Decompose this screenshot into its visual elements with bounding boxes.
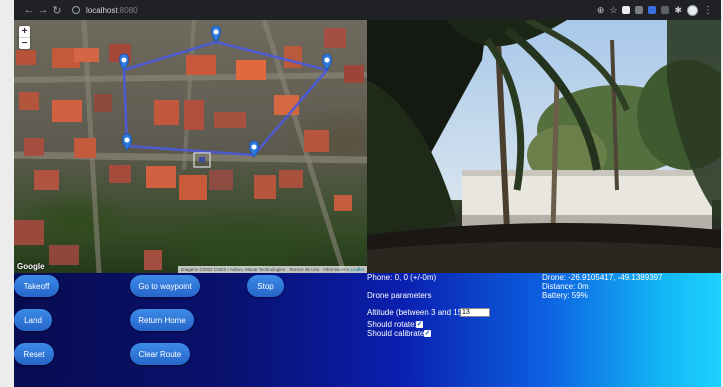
satellite-map[interactable]: + − Google Imagens ©2022 CNES / Airbus, … [14, 20, 367, 273]
extension-icon[interactable] [622, 6, 631, 14]
should-rotate-label: Should rotate: [367, 320, 417, 329]
url-host: localhost [86, 5, 118, 15]
go-to-waypoint-button[interactable]: Go to waypoint [130, 275, 200, 297]
zoom-out-button[interactable]: − [19, 37, 30, 49]
zoom-in-button[interactable]: + [19, 26, 30, 37]
leaflet-link[interactable]: Leaflet [350, 267, 364, 272]
address-bar[interactable]: localhost:8080 [72, 6, 138, 15]
extension-icon[interactable] [661, 6, 670, 14]
back-icon[interactable]: ← [22, 4, 36, 16]
browser-menu-icon[interactable]: ⋮ [703, 5, 713, 16]
browser-window: ← → ↻ localhost:8080 ⊕ ☆ ✱ ⋮ + − Google… [14, 0, 721, 387]
map-attribution: Imagens ©2022 CNES / Airbus, Maxar Techn… [177, 266, 367, 273]
extension-icon[interactable] [648, 6, 657, 14]
should-calibrate-label: Should calibrate: [367, 329, 427, 338]
clear-route-button[interactable]: Clear Route [130, 343, 190, 365]
attribution-text[interactable]: Imagens ©2022 CNES / Airbus, Maxar Techn… [181, 267, 349, 272]
browser-actions: ⊕ ☆ ✱ ⋮ [597, 4, 713, 16]
browser-toolbar: ← → ↻ localhost:8080 ⊕ ☆ ✱ ⋮ [14, 0, 721, 20]
camera-feed [367, 20, 721, 273]
takeoff-button[interactable]: Takeoff [14, 275, 59, 297]
drone-parameters-heading: Drone parameters [367, 291, 432, 300]
drone-position: Drone: -26.9105417, -49.1389397 [542, 273, 663, 282]
bookmark-star-icon[interactable]: ☆ [609, 5, 617, 16]
distance-readout: Distance: 0m [542, 282, 589, 291]
puzzle-extensions-icon[interactable]: ✱ [674, 5, 682, 16]
camera-image [367, 20, 721, 273]
site-info-icon[interactable] [72, 6, 80, 14]
reload-icon[interactable]: ↻ [50, 4, 64, 17]
altitude-input[interactable]: 13 [460, 308, 490, 317]
map-imagery [14, 20, 367, 273]
return-home-button[interactable]: Return Home [130, 309, 194, 331]
location-icon[interactable]: ⊕ [597, 5, 605, 16]
should-calibrate-checkbox[interactable]: ✓ [424, 330, 431, 337]
altitude-label: Altitude (between 3 and 15): [367, 308, 468, 317]
control-panel: Takeoff Go to waypoint Stop Land Return … [14, 273, 721, 387]
land-button[interactable]: Land [14, 309, 52, 331]
profile-avatar-icon[interactable] [687, 4, 698, 16]
forward-icon[interactable]: → [36, 4, 50, 16]
reset-button[interactable]: Reset [14, 343, 54, 365]
should-rotate-checkbox[interactable]: ✓ [416, 321, 423, 328]
map-zoom-control: + − [19, 26, 30, 49]
extension-icon[interactable] [635, 6, 644, 14]
phone-position: Phone: 0, 0 (+/-0m) [367, 273, 437, 282]
google-logo: Google [17, 262, 45, 271]
url-port: :8080 [117, 5, 138, 15]
stop-button[interactable]: Stop [247, 275, 284, 297]
battery-readout: Battery: 59% [542, 291, 588, 300]
